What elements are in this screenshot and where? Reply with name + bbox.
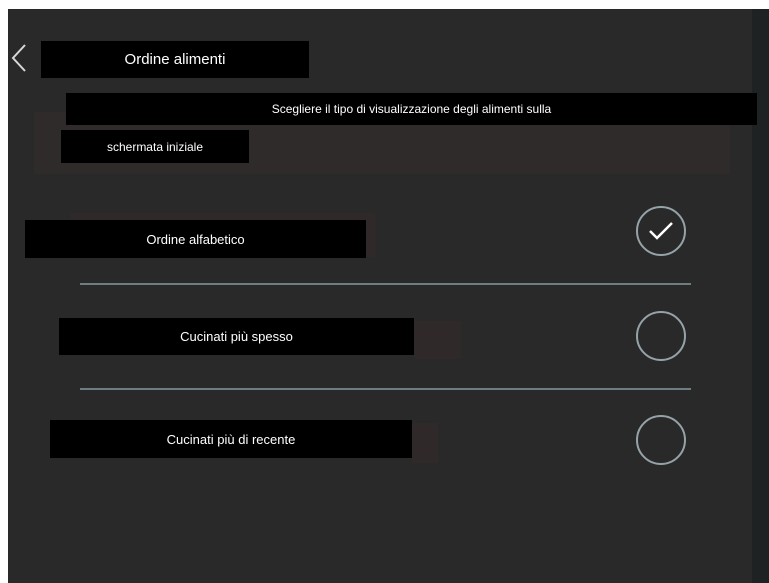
radio-alphabetical[interactable] <box>636 206 686 256</box>
radio-most-recent[interactable] <box>636 415 686 465</box>
page-title: Ordine alimenti <box>41 41 309 78</box>
back-button[interactable] <box>9 42 31 74</box>
option-label-most-cooked: Cucinati più spesso <box>59 318 414 355</box>
checkmark-icon <box>649 222 673 240</box>
description-line-2: schermata iniziale <box>61 130 249 163</box>
chevron-left-icon <box>11 44 26 72</box>
radio-most-cooked[interactable] <box>636 311 686 361</box>
option-label-background <box>414 321 461 359</box>
description-line-1: Scegliere il tipo di visualizzazione deg… <box>66 93 757 125</box>
option-label-background <box>412 423 438 463</box>
divider <box>80 283 691 285</box>
divider <box>80 388 691 390</box>
option-label-most-recent: Cucinati più di recente <box>50 420 412 458</box>
option-label-alphabetical: Ordine alfabetico <box>25 220 366 258</box>
